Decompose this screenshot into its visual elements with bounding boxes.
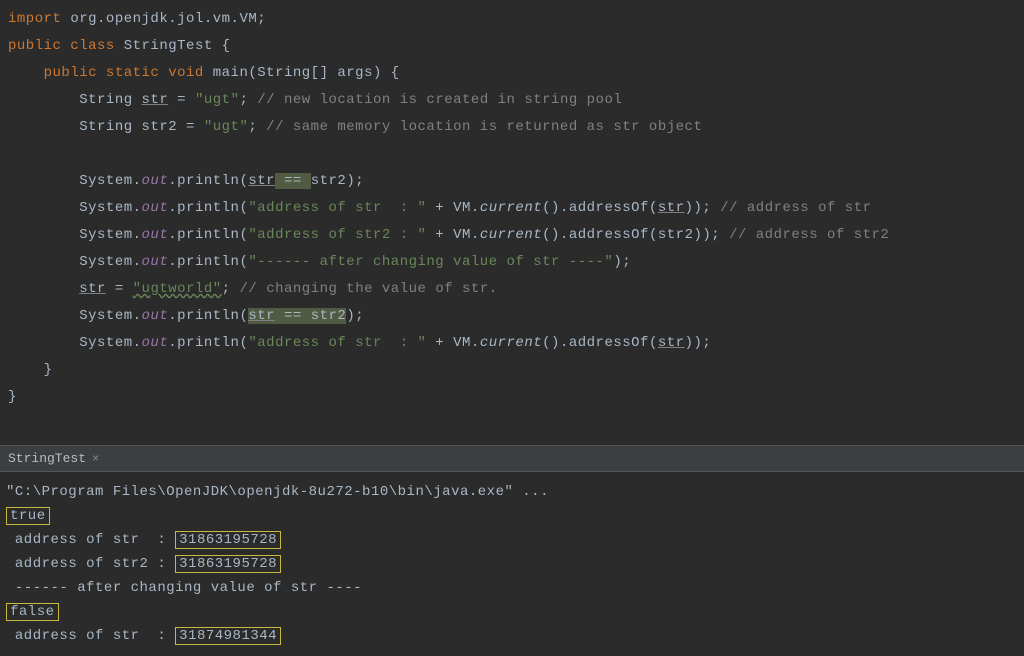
close-icon[interactable]: × xyxy=(92,452,99,466)
run-tab-bar: StringTest × xyxy=(0,446,1024,472)
highlighted-output: 31863195728 xyxy=(175,555,281,573)
console-line: ------ after changing value of str ---- xyxy=(6,576,1018,600)
code-line: System.out.println(str == str2); xyxy=(8,303,1024,330)
code-line: System.out.println("------ after changin… xyxy=(8,249,1024,276)
code-line: System.out.println("address of str2 : " … xyxy=(8,222,1024,249)
highlighted-output: 31874981344 xyxy=(175,627,281,645)
code-line: } xyxy=(8,357,1024,384)
code-line: System.out.println(str == str2); xyxy=(8,168,1024,195)
tab-label: StringTest xyxy=(8,451,86,466)
code-line: import org.openjdk.jol.vm.VM; xyxy=(8,6,1024,33)
console-line: "C:\Program Files\OpenJDK\openjdk-8u272-… xyxy=(6,480,1018,504)
code-line: public static void main(String[] args) { xyxy=(8,60,1024,87)
console-line: address of str : 31863195728 xyxy=(6,528,1018,552)
code-line: System.out.println("address of str : " +… xyxy=(8,195,1024,222)
highlighted-output: true xyxy=(6,507,50,525)
highlighted-output: 31863195728 xyxy=(175,531,281,549)
code-editor[interactable]: import org.openjdk.jol.vm.VM; public cla… xyxy=(0,0,1024,445)
console-line: true xyxy=(6,504,1018,528)
code-line: System.out.println("address of str : " +… xyxy=(8,330,1024,357)
code-line: str = "ugtworld"; // changing the value … xyxy=(8,276,1024,303)
console-line: address of str2 : 31863195728 xyxy=(6,552,1018,576)
code-line xyxy=(8,141,1024,168)
code-line: public class StringTest { xyxy=(8,33,1024,60)
highlighted-output: false xyxy=(6,603,59,621)
console-output[interactable]: "C:\Program Files\OpenJDK\openjdk-8u272-… xyxy=(0,472,1024,656)
code-line: String str = "ugt"; // new location is c… xyxy=(8,87,1024,114)
run-tab-stringtest[interactable]: StringTest × xyxy=(0,447,107,470)
console-line: false xyxy=(6,600,1018,624)
code-line: } xyxy=(8,384,1024,411)
code-line: String str2 = "ugt"; // same memory loca… xyxy=(8,114,1024,141)
console-line: address of str : 31874981344 xyxy=(6,624,1018,648)
